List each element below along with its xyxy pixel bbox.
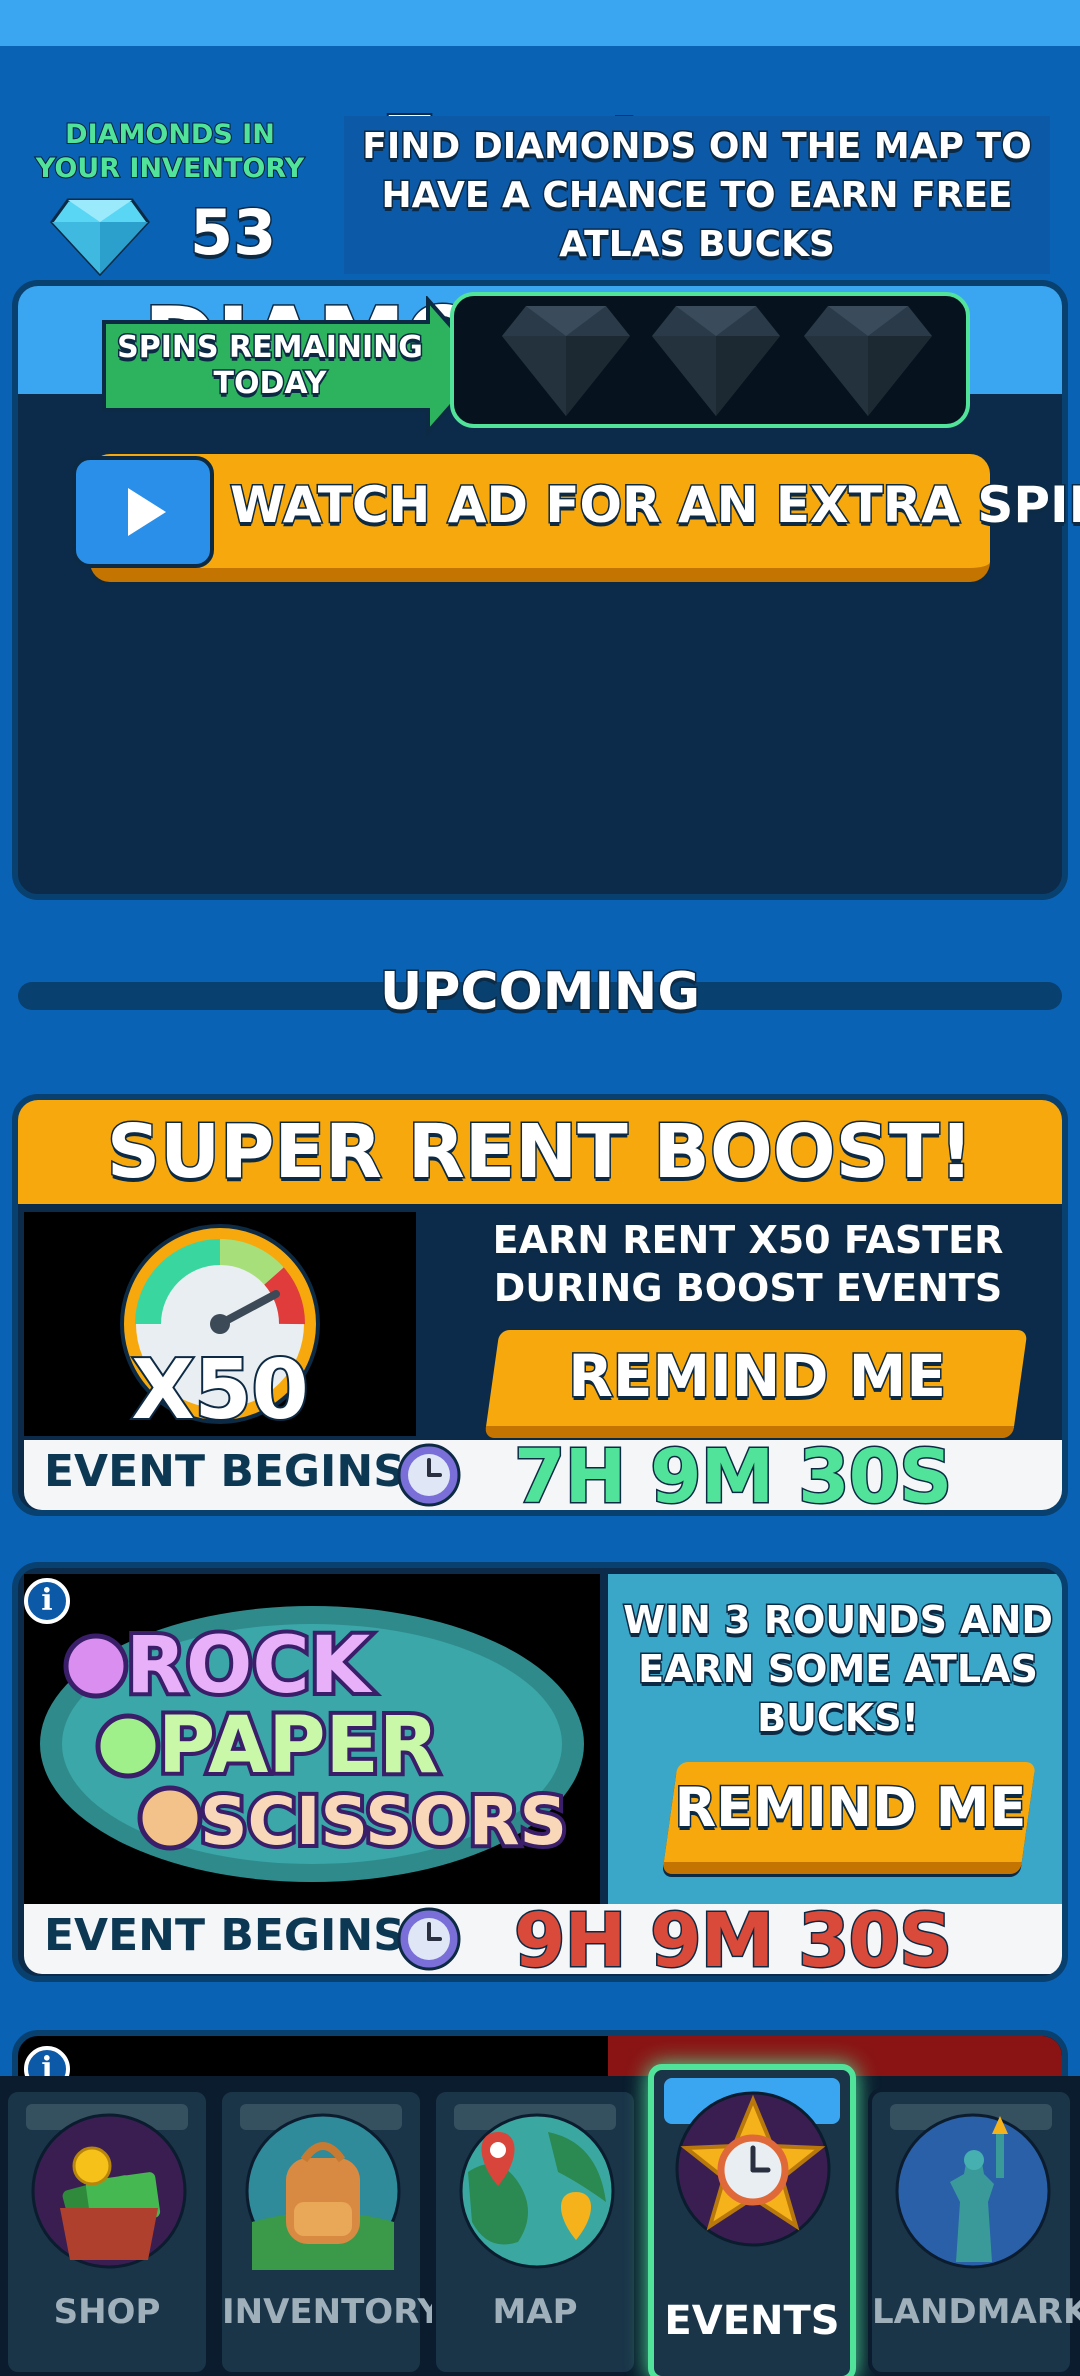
spin-slot-diamond-icon	[804, 306, 932, 416]
diamond-icon	[50, 198, 150, 276]
remind-me-label: REMIND ME	[673, 1775, 1028, 1841]
rock-paper-scissors-logo: ROCK PAPER SCISSORS	[24, 1574, 600, 1904]
clock-icon	[397, 1907, 461, 1971]
nav-label: MAP	[492, 2292, 578, 2332]
clock-icon	[397, 1443, 461, 1507]
diamond-inventory-label: DIAMONDS IN YOUR INVENTORY	[35, 118, 305, 185]
status-bar	[0, 0, 1080, 46]
nav-label: EVENTS	[664, 2298, 840, 2344]
speedometer-icon: X50	[120, 1224, 320, 1440]
logo-rock: ROCK	[126, 1621, 373, 1711]
info-icon[interactable]: i	[24, 1578, 70, 1624]
play-icon[interactable]	[72, 456, 214, 568]
nav-label: LANDMARKS	[872, 2292, 1080, 2332]
event-timer-strip: EVENT BEGINS 9H 9M 30S	[24, 1897, 1062, 1976]
boost-image: X50	[24, 1212, 416, 1440]
nav-map[interactable]: MAP	[432, 2088, 638, 2376]
diamond-inventory-count: 53	[188, 195, 277, 271]
nav-inventory[interactable]: INVENTORY	[218, 2088, 443, 2376]
nav-label: SHOP	[53, 2292, 161, 2332]
remind-me-label: REMIND ME	[567, 1341, 948, 1412]
upcoming-label: UPCOMING	[379, 961, 702, 1024]
backpack-icon	[245, 2113, 401, 2270]
super-rent-boost-description: EARN RENT X50 FASTER DURING BOOST EVENTS	[491, 1217, 1005, 1312]
diamond-hunt-info: FIND DIAMONDS ON THE MAP TO HAVE A CHANC…	[344, 116, 1050, 274]
logo-paper: PAPER	[158, 1701, 439, 1791]
spins-remaining-label: SPINS REMAINING TODAY	[116, 329, 425, 403]
spin-slot-diamond-icon	[502, 306, 630, 416]
boost-multiplier: X50	[131, 1343, 308, 1436]
event-countdown: 9H 9M 30S	[512, 1897, 953, 1982]
rock-paper-scissors-card: ROCK PAPER SCISSORS WIN 3 ROUNDS AND EAR…	[12, 1562, 1068, 1982]
logo-scissors: SCISSORS	[200, 1783, 567, 1860]
super-rent-boost-card: SUPER RENT BOOST! X50 EARN RENT X50 FAST…	[12, 1094, 1068, 1516]
nav-landmarks[interactable]: LANDMARKS	[868, 2088, 1080, 2376]
super-rent-boost-title: SUPER RENT BOOST!	[18, 1100, 1062, 1204]
watch-ad-button[interactable]: WATCH AD FOR AN EXTRA SPIN	[90, 454, 1080, 582]
event-timer-strip: EVENT BEGINS 7H 9M 30S	[24, 1433, 1062, 1510]
remind-me-button[interactable]: REMIND ME	[662, 1762, 1036, 1874]
event-begins-label: EVENT BEGINS	[44, 1910, 405, 1961]
nav-shop[interactable]: SHOP	[4, 2088, 210, 2376]
shop-icon	[31, 2113, 187, 2269]
event-begins-label: EVENT BEGINS	[44, 1446, 405, 1497]
event-countdown: 7H 9M 30S	[512, 1433, 953, 1516]
spin-slot-diamond-icon	[652, 306, 780, 416]
nav-events[interactable]: EVENTS	[648, 2064, 856, 2376]
landmarks-icon	[895, 2113, 1051, 2269]
remind-me-button[interactable]: REMIND ME	[484, 1330, 1028, 1438]
events-icon	[675, 2091, 831, 2247]
watch-ad-label: WATCH AD FOR AN EXTRA SPIN	[228, 475, 1080, 536]
rps-description: WIN 3 ROUNDS AND EARN SOME ATLAS BUCKS!	[622, 1597, 1055, 1742]
nav-label: INVENTORY	[222, 2292, 443, 2332]
map-icon	[459, 2113, 615, 2269]
